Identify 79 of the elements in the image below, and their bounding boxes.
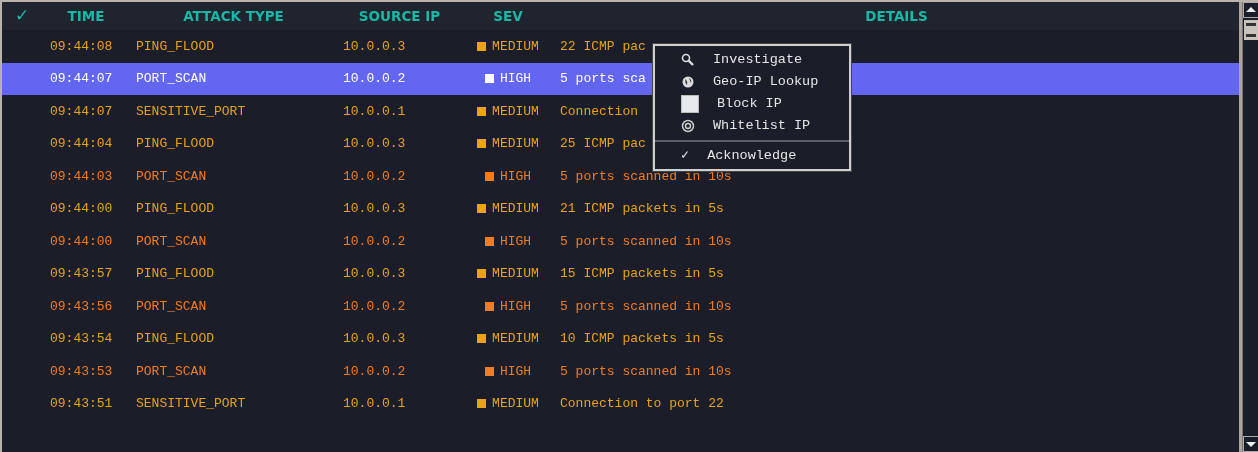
alert-time: 09:43:57 <box>49 266 113 281</box>
alert-time: 09:43:54 <box>49 331 113 346</box>
alert-details: 5 ports sca <box>559 71 646 86</box>
alert-time: 09:44:08 <box>49 38 113 54</box>
source-ip: 10.0.0.2 <box>342 233 406 249</box>
attack-type: PORT_SCAN <box>135 168 207 184</box>
globe-icon <box>681 75 695 89</box>
alert-time: 09:44:00 <box>49 233 113 249</box>
severity-label: MEDIUM <box>492 37 539 56</box>
attack-type: PORT_SCAN <box>135 298 207 314</box>
alert-details: Connection to port 22 <box>559 396 724 411</box>
source-ip: 10.0.0.3 <box>342 136 406 151</box>
alert-details: Connection <box>559 103 638 119</box>
source-ip: 10.0.0.3 <box>342 331 406 346</box>
attack-type: PORT_SCAN <box>135 363 207 379</box>
severity-label: MEDIUM <box>492 395 539 413</box>
source-ip: 10.0.0.3 <box>342 38 406 54</box>
attack-type: PING_FLOOD <box>135 331 214 346</box>
severity-label: HIGH <box>499 362 532 381</box>
attack-type: PING_FLOOD <box>135 201 214 216</box>
alert-time: 09:43:53 <box>49 363 113 379</box>
attack-type: PING_FLOOD <box>135 136 214 151</box>
source-ip: 10.0.0.2 <box>342 168 406 184</box>
source-ip: 10.0.0.2 <box>342 71 406 86</box>
scrollbar[interactable] <box>1242 2 1258 452</box>
menu-item[interactable]: Whitelist IP <box>655 115 849 137</box>
check-icon: ✓ <box>681 145 690 167</box>
attack-type: PORT_SCAN <box>135 71 207 86</box>
check-column-header[interactable]: ✓ <box>2 3 42 29</box>
alert-details: 10 ICMP packets in 5s <box>559 331 724 346</box>
column-header[interactable]: SEV <box>462 5 554 27</box>
attack-type: SENSITIVE_PORT <box>135 103 246 119</box>
alert-details: 5 ports scanned in 10s <box>559 233 732 249</box>
scroll-down-icon[interactable] <box>1243 436 1258 452</box>
source-ip: 10.0.0.3 <box>342 266 406 281</box>
severity-label: HIGH <box>499 70 532 88</box>
menu-item[interactable]: Block IP <box>655 93 849 115</box>
severity-label: HIGH <box>499 297 532 316</box>
attack-type: PING_FLOOD <box>135 266 214 281</box>
target-icon <box>681 119 695 133</box>
attack-type: PING_FLOOD <box>135 38 214 54</box>
search-icon <box>681 53 695 67</box>
source-ip: 10.0.0.1 <box>342 103 406 119</box>
attack-type: SENSITIVE_PORT <box>135 396 246 411</box>
column-header[interactable]: DETAILS <box>554 5 1239 27</box>
alert-time: 09:44:07 <box>49 71 113 86</box>
alert-details: 22 ICMP pac <box>559 38 646 54</box>
alert-time: 09:44:04 <box>49 136 113 151</box>
menu-item[interactable]: Geo-IP Lookup <box>655 71 849 93</box>
square-icon <box>681 95 699 113</box>
alert-details: 5 ports scanned in 10s <box>559 298 732 314</box>
alert-details: 15 ICMP packets in 5s <box>559 266 724 281</box>
alert-details: 21 ICMP packets in 5s <box>559 201 724 216</box>
alert-details: 5 ports scanned in 10s <box>559 363 732 379</box>
menu-item[interactable]: Investigate <box>655 49 849 71</box>
source-ip: 10.0.0.1 <box>342 396 406 411</box>
alert-time: 09:43:56 <box>49 298 113 314</box>
scroll-up-icon[interactable] <box>1243 2 1258 18</box>
severity-label: HIGH <box>499 167 532 186</box>
alert-details: 25 ICMP pac <box>559 136 646 151</box>
column-header[interactable]: ATTACK TYPE <box>130 5 337 27</box>
severity-label: MEDIUM <box>492 330 539 348</box>
severity-label: MEDIUM <box>492 200 539 218</box>
source-ip: 10.0.0.2 <box>342 363 406 379</box>
source-ip: 10.0.0.3 <box>342 201 406 216</box>
alert-time: 09:44:07 <box>49 103 113 119</box>
attack-type: PORT_SCAN <box>135 233 207 249</box>
scroll-thumb[interactable] <box>1243 18 1258 42</box>
severity-label: HIGH <box>499 232 532 251</box>
source-ip: 10.0.0.2 <box>342 298 406 314</box>
severity-label: MEDIUM <box>492 135 539 153</box>
alert-time: 09:44:00 <box>49 201 113 216</box>
column-header[interactable]: TIME <box>42 5 130 27</box>
severity-label: MEDIUM <box>492 265 539 283</box>
severity-label: MEDIUM <box>492 102 539 121</box>
menu-item[interactable]: ✓ Acknowledge <box>655 145 849 167</box>
column-header[interactable]: SOURCE IP <box>337 5 462 27</box>
alert-time: 09:44:03 <box>49 168 113 184</box>
alert-time: 09:43:51 <box>49 396 113 411</box>
